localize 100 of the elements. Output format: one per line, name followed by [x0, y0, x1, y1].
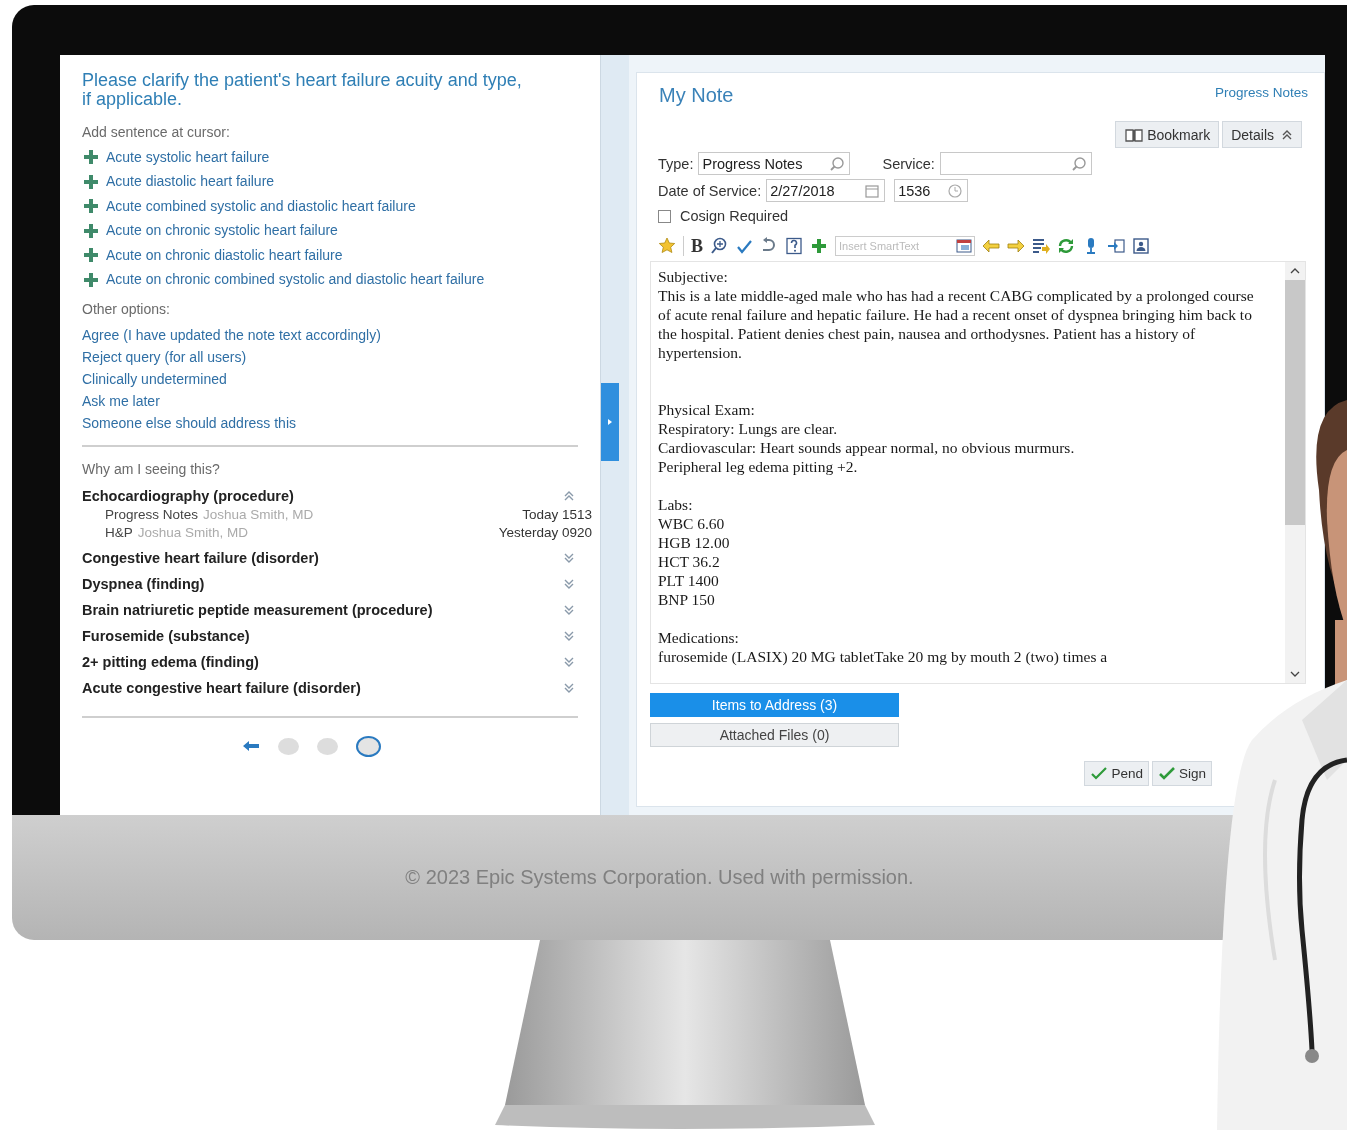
chevron-icon[interactable]: [563, 578, 575, 590]
sign-button[interactable]: Sign: [1151, 761, 1212, 786]
plus-icon[interactable]: [810, 237, 828, 255]
page-dot[interactable]: [277, 737, 299, 755]
checkmark-icon: [1157, 765, 1176, 782]
plus-icon[interactable]: [82, 246, 100, 264]
plus-icon[interactable]: [82, 197, 100, 215]
section-heading: Subjective:: [658, 267, 729, 286]
note-type-link[interactable]: Progress Notes: [1214, 85, 1308, 100]
chevron-icon[interactable]: [563, 682, 575, 694]
chevron-icon[interactable]: [563, 656, 575, 668]
scroll-thumb[interactable]: [1285, 280, 1305, 525]
window-icon[interactable]: [956, 238, 972, 254]
service-field[interactable]: [939, 152, 1092, 175]
note-text: BNP 150: [658, 590, 716, 609]
note-text: PLT 1400: [658, 571, 720, 590]
bookmark-button[interactable]: Bookmark: [1115, 121, 1220, 148]
copyright-text: © 2023 Epic Systems Corporation. Used with permission.: [405, 866, 914, 889]
note-text: furosemide (LASIX) 20 MG tabletTake 20 mg by mouth 2 (two) times a: [658, 647, 1109, 666]
source-time: Today 1513: [522, 505, 592, 524]
image-icon[interactable]: [1132, 237, 1150, 255]
splitter-handle[interactable]: [601, 383, 619, 461]
section-label: Add sentence at cursor:: [82, 124, 231, 140]
reason-title[interactable]: Furosemide (substance): [82, 626, 250, 646]
section-heading: Labs:: [658, 495, 694, 514]
left-arrow-icon[interactable]: [982, 237, 1000, 255]
chevron-icon[interactable]: [563, 490, 575, 502]
search-icon[interactable]: [1070, 155, 1087, 172]
import-icon[interactable]: [1107, 237, 1125, 255]
page-dot[interactable]: [316, 737, 338, 755]
sentence-link[interactable]: Acute on chronic diastolic heart failure: [106, 247, 536, 263]
note-text: Peripheral leg edema pitting +2.: [658, 457, 859, 476]
book-icon: [1124, 127, 1145, 142]
date-field[interactable]: 2/27/2018: [766, 179, 886, 202]
plus-icon[interactable]: [82, 172, 100, 191]
time-field[interactable]: 1536: [894, 179, 969, 202]
option-link[interactable]: Someone else should address this: [82, 414, 297, 431]
query-title: Please clarify the patient's heart failure acuity and type, if applicable.: [82, 71, 523, 109]
sentence-link[interactable]: Acute combined systolic and diastolic heart failure: [106, 198, 536, 214]
note-text: WBC 6.60: [658, 514, 726, 533]
details-button[interactable]: Details: [1222, 121, 1302, 148]
note-text: Respiratory: Lungs are clear.: [658, 419, 839, 438]
source-note: Progress Notes: [105, 505, 199, 524]
page-dot[interactable]: [355, 735, 381, 757]
reason-title[interactable]: Acute congestive heart failure (disorder): [82, 678, 361, 698]
help-icon[interactable]: [785, 237, 803, 255]
field-label: Date of Service:: [658, 182, 762, 199]
checkmark-icon: [1090, 765, 1109, 782]
option-link[interactable]: Clinically undetermined: [82, 370, 227, 387]
pend-button[interactable]: Pend: [1084, 761, 1149, 786]
source-note: H&P: [105, 523, 133, 542]
source-author: Joshua Smith, MD: [137, 523, 249, 542]
scroll-up-icon[interactable]: [1290, 267, 1300, 275]
option-link[interactable]: Ask me later: [82, 392, 160, 409]
section-heading: Physical Exam:: [658, 400, 756, 419]
field-label: Service:: [882, 155, 935, 172]
bold-button[interactable]: B: [691, 235, 703, 257]
note-title: My Note: [659, 84, 734, 107]
section-label: Why am I seeing this?: [82, 460, 221, 477]
reason-title[interactable]: Brain natriuretic peptide measurement (procedure): [82, 600, 433, 620]
chevron-icon[interactable]: [563, 630, 575, 642]
refresh-icon[interactable]: [1057, 237, 1075, 255]
reason-title[interactable]: Echocardiography (procedure): [82, 486, 294, 506]
plus-icon[interactable]: [82, 221, 100, 240]
scroll-down-icon[interactable]: [1290, 670, 1300, 678]
section-heading: Medications:: [658, 628, 740, 647]
note-editor[interactable]: [650, 261, 1306, 684]
checkbox-label: Cosign Required: [680, 208, 788, 224]
right-arrow-icon[interactable]: [1007, 237, 1025, 255]
calendar-icon[interactable]: [864, 182, 881, 199]
cosign-checkbox[interactable]: [658, 209, 671, 223]
option-link[interactable]: Agree (I have updated the note text accordingly): [82, 326, 381, 343]
chevron-icon: [1281, 128, 1293, 141]
type-field[interactable]: Progress Notes: [698, 152, 851, 175]
note-text: Cardiovascular: Heart sounds appear normal, no obvious murmurs.: [658, 438, 1076, 457]
search-icon[interactable]: [829, 155, 846, 172]
chevron-icon[interactable]: [563, 604, 575, 616]
source-author: Joshua Smith, MD: [203, 505, 314, 524]
note-text: This is a late middle-aged male who has had a recent CABG complicated by a prolonged course of acute renal failure and hepatic failure. He had a recent onset of dyspnea bringing him back to the hospital. Patient denies chest pain, nausea and orthodysnes. Patient has a history of hypertension.: [658, 286, 1255, 362]
sentence-link[interactable]: Acute diastolic heart failure: [106, 174, 536, 189]
sentence-link[interactable]: Acute systolic heart failure: [106, 149, 536, 165]
clock-icon[interactable]: [947, 182, 964, 199]
list-arrow-icon[interactable]: [1032, 237, 1050, 255]
zoom-icon[interactable]: [710, 237, 728, 255]
note-tab[interactable]: Attached Files (0): [650, 723, 899, 747]
option-link[interactable]: Reject query (for all users): [82, 348, 247, 365]
sentence-link[interactable]: Acute on chronic systolic heart failure: [106, 223, 536, 238]
chevron-icon[interactable]: [563, 552, 575, 564]
star-icon[interactable]: [658, 237, 676, 255]
back-arrow-icon[interactable]: [241, 740, 260, 752]
section-label: Other options:: [82, 300, 171, 317]
plus-icon[interactable]: [82, 148, 100, 166]
plus-icon[interactable]: [82, 270, 100, 289]
field-label: Type:: [658, 155, 694, 172]
source-time: Yesterday 0920: [498, 523, 592, 542]
reason-title[interactable]: Congestive heart failure (disorder): [82, 548, 319, 568]
sentence-link[interactable]: Acute on chronic combined systolic and diastolic heart failure: [106, 272, 536, 287]
reason-title[interactable]: Dyspnea (finding): [82, 574, 205, 594]
reason-title[interactable]: 2+ pitting edema (finding): [82, 652, 259, 672]
note-text: HCT 36.2: [658, 552, 721, 571]
